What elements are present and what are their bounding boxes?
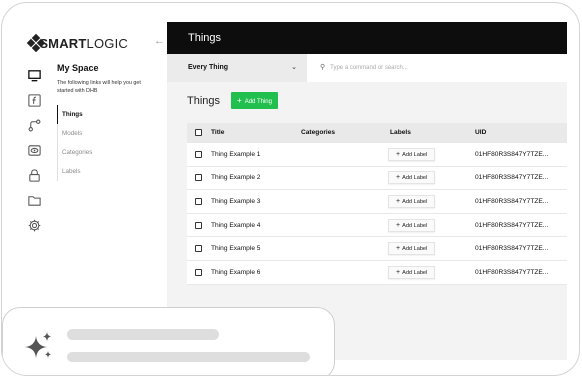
nav-item-models[interactable]: Models [57,124,167,143]
plus-icon: + [396,221,401,229]
column-title[interactable]: Title [211,129,224,136]
column-labels[interactable]: Labels [390,129,411,136]
table-row[interactable]: Thing Example 2 + Add Label 01HF80R3S847Y7T… [187,166,567,191]
thing-title[interactable]: Thing Example 2 [211,174,260,181]
lock-icon[interactable] [24,165,44,185]
brand-logo: SMARTLOGIC [26,33,128,53]
top-bar-title: Things [188,32,222,44]
column-uid[interactable]: UID [475,129,486,136]
add-label-button[interactable]: + Add Label [388,194,436,208]
table-row[interactable]: Thing Example 3 + Add Label 01HF80R3S847Y7T… [187,190,567,214]
row-checkbox[interactable] [195,174,202,182]
monitor-icon[interactable] [24,65,44,85]
add-label-button[interactable]: + Add Label [388,147,436,161]
folder-icon[interactable] [24,190,44,210]
row-checkbox[interactable] [195,221,202,229]
plus-icon: + [396,174,401,182]
nav-item-labels[interactable]: Labels [57,162,167,181]
thing-uid: 01HF80R3S847Y7TZE... [475,245,549,253]
add-label-button[interactable]: + Add Label [388,265,436,279]
nav-item-things[interactable]: Things [57,105,167,124]
thing-title[interactable]: Thing Example 5 [211,245,260,252]
row-checkbox[interactable] [195,245,202,253]
function-icon[interactable] [24,90,44,110]
my-space-nav: My Space The following links will help y… [57,63,167,181]
search-icon: ⚲ [320,64,326,71]
icon-rail [24,65,46,240]
row-checkbox[interactable] [195,268,202,276]
plus-icon: + [396,245,401,253]
thing-title[interactable]: Thing Example 6 [211,269,260,276]
add-label-button[interactable]: + Add Label [388,171,436,185]
eye-icon[interactable] [24,140,44,160]
brand-name: SMARTLOGIC [39,35,128,51]
thing-title[interactable]: Thing Example 3 [211,198,260,205]
thing-uid: 01HF80R3S847Y7TZE... [475,268,549,276]
row-checkbox[interactable] [195,150,202,158]
loading-placeholder-line [67,329,219,340]
plus-icon: + [237,96,242,105]
ai-prompt-card[interactable] [2,307,335,375]
add-label-button[interactable]: + Add Label [388,218,436,232]
page-title: Things [187,94,221,107]
sparkle-icon [25,332,51,358]
gear-icon[interactable] [24,215,44,235]
nav-description: The following links will help you get st… [57,80,141,94]
table-header: Title Categories Labels UID [187,123,567,143]
nav-item-categories[interactable]: Categories [57,143,167,162]
chevron-down-icon: ⌄ [291,64,297,71]
thing-uid: 01HF80R3S847Y7TZE... [475,197,549,205]
command-row: Every Thing ⌄ ⚲ Type a command or search… [167,54,567,82]
page-header: Things + Add Thing [187,92,278,109]
app-window: SMARTLOGIC ← My Space The following link… [1,2,580,376]
things-table: Title Categories Labels UID Thing Exampl… [187,123,567,285]
select-all-checkbox[interactable] [195,129,202,136]
branch-icon[interactable] [24,115,44,135]
loading-placeholder-line [67,352,310,362]
row-checkbox[interactable] [195,197,202,205]
collapse-sidebar-icon[interactable]: ← [154,35,165,47]
scope-select-value: Every Thing [188,64,229,71]
table-row[interactable]: Thing Example 5 + Add Label 01HF80R3S847Y7T… [187,237,567,261]
plus-icon: + [396,150,401,158]
table-row[interactable]: Thing Example 1 + Add Label 01HF80R3S847Y7T… [187,143,567,167]
thing-title[interactable]: Thing Example 1 [211,151,260,158]
thing-uid: 01HF80R3S847Y7TZE... [475,150,549,158]
nav-title: My Space [57,63,99,73]
plus-icon: + [396,268,401,276]
plus-icon: + [396,197,401,205]
column-categories[interactable]: Categories [301,129,335,136]
thing-uid: 01HF80R3S847Y7TZE... [475,174,549,182]
thing-title[interactable]: Thing Example 4 [211,222,260,229]
add-label-button[interactable]: + Add Label [388,242,436,256]
command-placeholder: Type a command or search... [330,65,408,71]
top-bar: Things [167,22,567,54]
table-row[interactable]: Thing Example 4 + Add Label 01HF80R3S847Y7T… [187,213,567,238]
thing-uid: 01HF80R3S847Y7TZE... [475,221,549,229]
logo-mark-icon [26,33,46,53]
add-thing-button[interactable]: + Add Thing [231,92,278,109]
table-row[interactable]: Thing Example 6 + Add Label 01HF80R3S847Y7T… [187,260,567,285]
scope-select[interactable]: Every Thing ⌄ [167,54,307,82]
command-search-input[interactable]: ⚲ Type a command or search... [320,54,408,82]
